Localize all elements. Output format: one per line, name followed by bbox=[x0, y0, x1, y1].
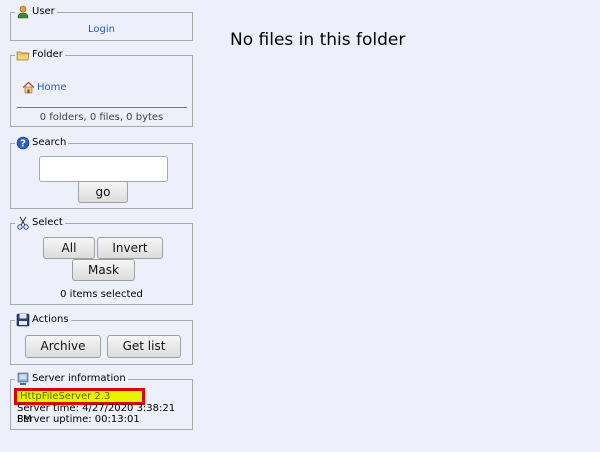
user-panel-legend: User bbox=[15, 5, 57, 19]
actions-panel: Actions Archive Get list bbox=[10, 313, 193, 365]
login-link[interactable]: Login bbox=[88, 24, 115, 35]
select-panel: Select All Invert Mask 0 items selected bbox=[10, 216, 193, 305]
user-icon bbox=[16, 5, 30, 19]
home-breadcrumb[interactable]: Home bbox=[22, 81, 67, 94]
svg-text:?: ? bbox=[20, 139, 26, 150]
server-icon bbox=[16, 372, 30, 386]
search-input[interactable] bbox=[39, 156, 168, 182]
search-panel-title: Search bbox=[32, 137, 67, 148]
folder-divider bbox=[17, 107, 187, 108]
select-all-button[interactable]: All bbox=[43, 237, 95, 259]
home-link[interactable]: Home bbox=[37, 82, 67, 93]
server-panel-legend: Server information bbox=[15, 372, 128, 386]
selection-status: 0 items selected bbox=[60, 289, 143, 300]
server-uptime: Server uptime: 00:13:01 bbox=[17, 414, 140, 425]
folder-panel: Folder Home 0 folders, 0 files, 0 bytes bbox=[10, 48, 193, 127]
select-panel-title: Select bbox=[32, 217, 63, 228]
folder-panel-legend: Folder bbox=[15, 48, 65, 62]
mask-button[interactable]: Mask bbox=[72, 259, 135, 281]
select-panel-legend: Select bbox=[15, 216, 65, 230]
actions-panel-title: Actions bbox=[32, 314, 69, 325]
home-icon bbox=[22, 81, 35, 94]
folder-icon bbox=[16, 48, 30, 62]
invert-selection-button[interactable]: Invert bbox=[97, 237, 163, 259]
server-info-panel: Server information HttpFileServer 2.3 Se… bbox=[10, 372, 193, 430]
help-icon: ? bbox=[16, 136, 30, 150]
server-panel-title: Server information bbox=[32, 373, 126, 384]
archive-button[interactable]: Archive bbox=[25, 335, 101, 358]
folder-panel-title: Folder bbox=[32, 49, 63, 60]
user-panel-title: User bbox=[32, 6, 55, 17]
actions-panel-legend: Actions bbox=[15, 313, 71, 327]
search-panel: ? Search go bbox=[10, 136, 193, 209]
get-list-button[interactable]: Get list bbox=[107, 335, 181, 358]
floppy-disk-icon bbox=[16, 313, 30, 327]
folder-summary: 0 folders, 0 files, 0 bytes bbox=[39, 112, 164, 123]
user-panel: User Login bbox=[10, 5, 193, 41]
search-panel-legend: ? Search bbox=[15, 136, 69, 150]
empty-folder-message: No files in this folder bbox=[230, 30, 406, 50]
go-button[interactable]: go bbox=[78, 181, 128, 203]
scissors-icon bbox=[16, 216, 30, 230]
